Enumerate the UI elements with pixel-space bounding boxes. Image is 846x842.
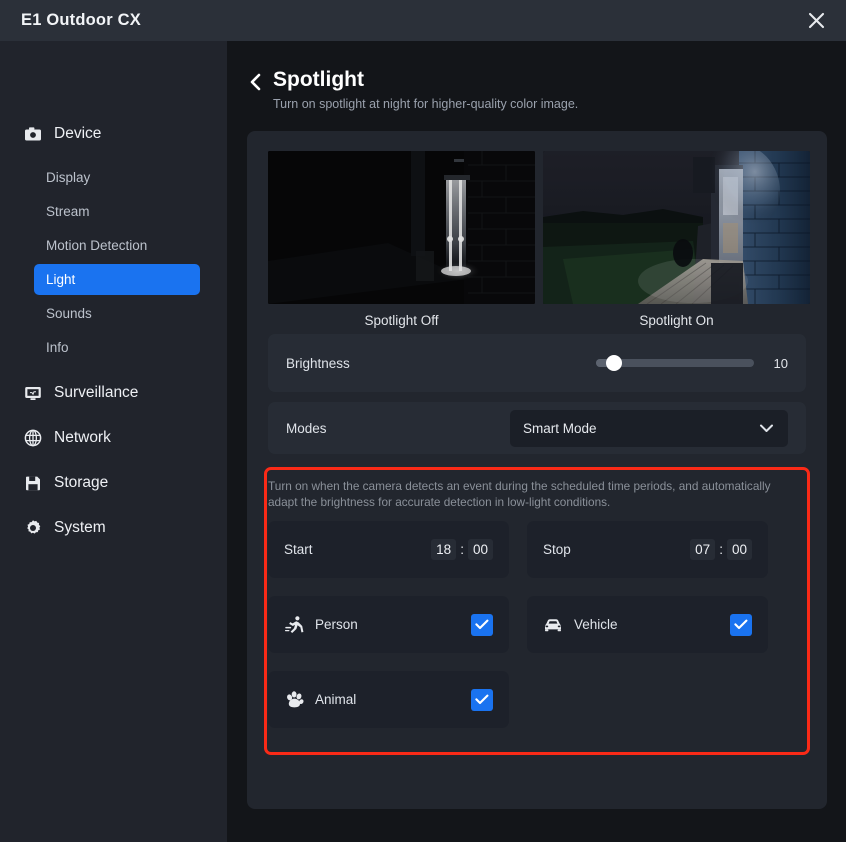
sidebar-section-label: Storage	[54, 474, 109, 491]
start-hour[interactable]: 18	[431, 539, 457, 560]
checkmark-icon	[734, 619, 748, 630]
detection-animal[interactable]: Animal	[268, 671, 509, 728]
sidebar-item-label: Sounds	[46, 306, 92, 321]
start-minute[interactable]: 00	[467, 539, 493, 560]
preview-spotlight-on: Spotlight On	[543, 151, 810, 328]
sidebar-item-label: Stream	[46, 204, 90, 219]
detection-label: Animal	[315, 692, 357, 707]
page-subtitle: Turn on spotlight at night for higher-qu…	[273, 97, 579, 111]
floppy-disk-icon	[23, 474, 42, 493]
sidebar-section-storage[interactable]: Storage	[13, 466, 214, 500]
settings-card: Spotlight Off Spotlight On Brightness 10…	[247, 131, 827, 809]
preview-image-on	[543, 151, 810, 304]
sidebar-section-label: Network	[54, 429, 111, 446]
brightness-label: Brightness	[286, 355, 350, 371]
preview-image-off	[268, 151, 535, 304]
chevron-down-icon	[759, 423, 774, 433]
sidebar-item-label: Display	[46, 170, 91, 185]
checkmark-icon	[475, 619, 489, 630]
modes-selected-value: Smart Mode	[523, 420, 597, 436]
detection-label: Person	[315, 617, 358, 632]
slider-thumb[interactable]	[606, 355, 622, 371]
detection-animal-checkbox[interactable]	[471, 688, 493, 711]
sidebar: Device Display Stream Motion Detection L…	[0, 41, 227, 842]
smart-mode-hint: Turn on when the camera detects an event…	[268, 479, 771, 509]
preview-spotlight-off: Spotlight Off	[268, 151, 535, 328]
page-title: Spotlight	[273, 68, 364, 91]
close-icon[interactable]	[786, 0, 846, 41]
gear-icon	[23, 519, 42, 538]
stop-time-value[interactable]: 07 : 00	[690, 539, 752, 560]
sidebar-item-motion-detection[interactable]: Motion Detection	[34, 230, 200, 261]
modes-label: Modes	[286, 420, 327, 436]
sidebar-section-label: Device	[54, 125, 102, 142]
detection-vehicle-checkbox[interactable]	[730, 613, 752, 636]
app-title: E1 Outdoor CX	[21, 11, 141, 29]
brightness-row: Brightness 10	[268, 334, 806, 392]
slider-track[interactable]	[596, 355, 754, 371]
sidebar-item-label: Motion Detection	[46, 238, 148, 253]
paw-print-icon	[284, 690, 304, 710]
sidebar-item-display[interactable]: Display	[34, 162, 200, 193]
schedule-label: Start	[284, 542, 313, 557]
stop-minute[interactable]: 00	[726, 539, 752, 560]
sidebar-item-label: Info	[46, 340, 69, 355]
sidebar-item-label: Light	[46, 272, 76, 287]
sidebar-item-stream[interactable]: Stream	[34, 196, 200, 227]
app-window: E1 Outdoor CX Device Display Stream Moti…	[0, 0, 846, 842]
preview-gallery: Spotlight Off Spotlight On	[268, 151, 810, 328]
brightness-value: 10	[773, 355, 788, 371]
titlebar: E1 Outdoor CX	[0, 0, 846, 41]
sidebar-section-network[interactable]: Network	[13, 421, 214, 455]
time-colon: :	[460, 542, 464, 557]
sidebar-section-system[interactable]: System	[13, 511, 214, 545]
time-colon: :	[719, 542, 723, 557]
preview-label: Spotlight Off	[364, 313, 439, 328]
content-area: Spotlight Turn on spotlight at night for…	[227, 41, 846, 842]
smart-mode-options: Start 18 : 00 Stop 07 : 00 Person Vehicl…	[268, 521, 792, 728]
camera-icon	[23, 125, 42, 144]
start-time-value[interactable]: 18 : 00	[431, 539, 493, 560]
preview-label: Spotlight On	[639, 313, 714, 328]
monitor-icon	[23, 384, 42, 403]
brightness-slider[interactable]	[596, 355, 754, 371]
sidebar-item-light[interactable]: Light	[34, 264, 200, 295]
sidebar-section-label: System	[54, 519, 106, 536]
chevron-left-icon[interactable]	[248, 67, 270, 97]
detection-person[interactable]: Person	[268, 596, 509, 653]
modes-row: Modes Smart Mode	[268, 402, 806, 454]
page-header: Spotlight Turn on spotlight at night for…	[227, 41, 846, 111]
schedule-stop[interactable]: Stop 07 : 00	[527, 521, 768, 578]
sidebar-section-label: Surveillance	[54, 384, 139, 401]
stop-hour[interactable]: 07	[690, 539, 716, 560]
checkmark-icon	[475, 694, 489, 705]
schedule-label: Stop	[543, 542, 571, 557]
globe-icon	[23, 429, 42, 448]
sidebar-item-info[interactable]: Info	[34, 332, 200, 363]
tile-placeholder	[527, 671, 768, 728]
sidebar-section-surveillance[interactable]: Surveillance	[13, 376, 214, 410]
sidebar-section-device[interactable]: Device	[13, 117, 214, 151]
detection-vehicle[interactable]: Vehicle	[527, 596, 768, 653]
modes-select[interactable]: Smart Mode	[510, 409, 788, 447]
car-icon	[543, 615, 563, 635]
detection-person-checkbox[interactable]	[471, 613, 493, 636]
schedule-start[interactable]: Start 18 : 00	[268, 521, 509, 578]
detection-label: Vehicle	[574, 617, 618, 632]
sidebar-item-sounds[interactable]: Sounds	[34, 298, 200, 329]
running-person-icon	[284, 615, 304, 635]
